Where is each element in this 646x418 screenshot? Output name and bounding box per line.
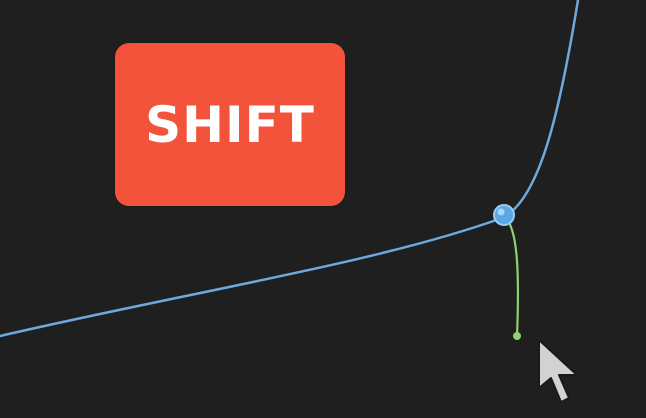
shift-key-label: SHIFT [145, 95, 315, 154]
bezier-handle-line[interactable] [502, 214, 520, 338]
anchor-point-highlight [497, 208, 505, 216]
editor-canvas[interactable]: SHIFT [0, 0, 646, 418]
arrow-pointer-icon [538, 339, 578, 403]
anchor-point[interactable] [493, 204, 515, 226]
bezier-handle-point[interactable] [513, 332, 521, 340]
shift-key-badge: SHIFT [115, 43, 345, 206]
